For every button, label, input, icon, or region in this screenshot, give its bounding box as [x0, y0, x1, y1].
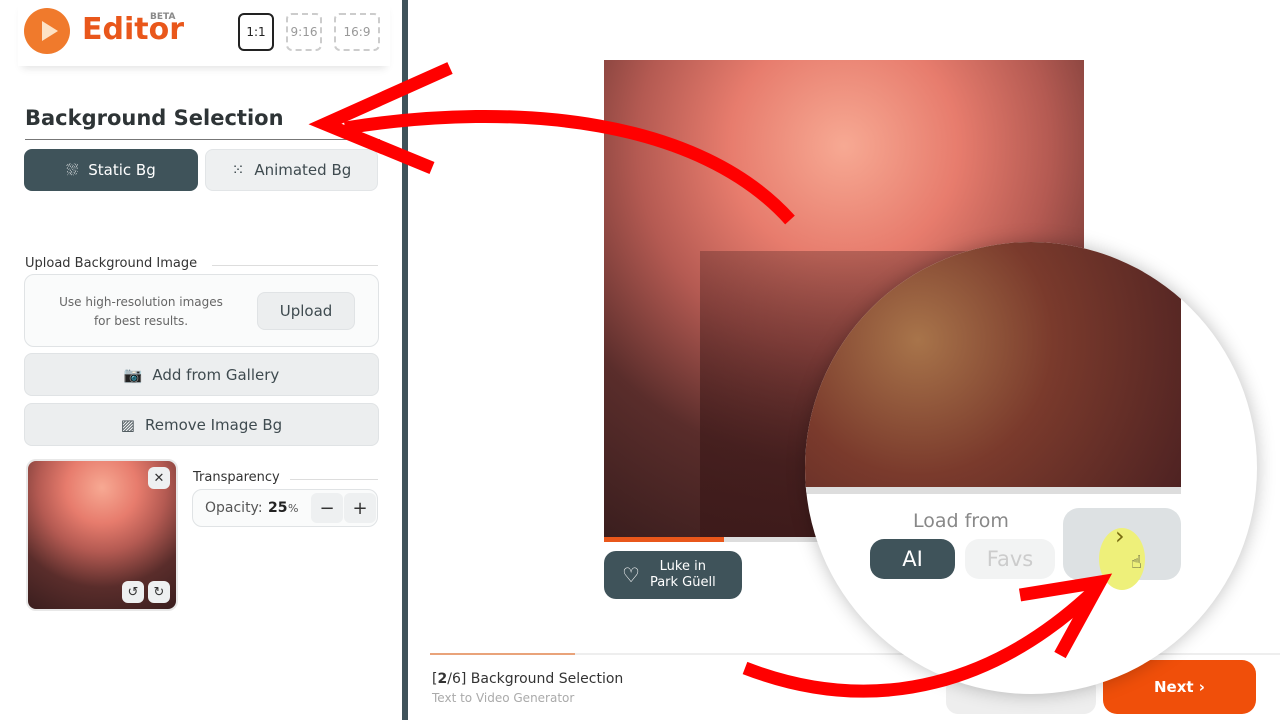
annotation-arrows [308, 62, 1113, 698]
red-arrow-to-title [343, 109, 795, 225]
red-arrow-to-next [742, 585, 1100, 698]
